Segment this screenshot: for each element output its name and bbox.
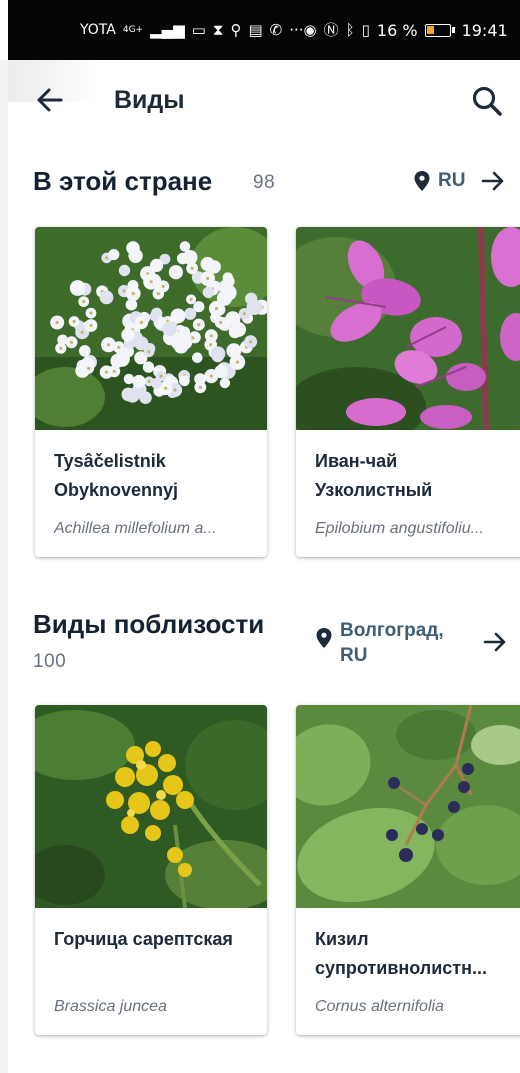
- location-link-nearby[interactable]: Волгоград, RU: [316, 618, 444, 668]
- location-pin-icon: [316, 628, 332, 648]
- species-scientific-name: Epilobium angustifoliu...: [315, 520, 484, 537]
- location-label: RU: [438, 170, 466, 191]
- section-count-country: 98: [253, 172, 276, 193]
- species-common-name: Tysâčelistnik Obyknovennyj: [54, 451, 179, 500]
- section-title-country: В этой стране: [33, 166, 213, 196]
- arrow-left-icon: [37, 88, 63, 112]
- species-card[interactable]: Кизил супротивнолистн... Cornus alternif…: [296, 705, 520, 1035]
- section-count-nearby: 100: [33, 651, 67, 672]
- screen-edge: [0, 60, 8, 1073]
- carrier-label: YOTA: [80, 22, 116, 38]
- location-pin-icon: [414, 171, 430, 191]
- search-icon: [472, 86, 502, 116]
- battery-icon: [424, 23, 451, 37]
- news-icon: ▤: [248, 20, 263, 39]
- location-label: Волгоград, RU: [340, 620, 444, 666]
- species-common-name: Иван-чай Узколистный: [315, 451, 433, 500]
- species-card[interactable]: Иван-чай Узколистный Epilobium angustifo…: [296, 227, 520, 557]
- viber-icon: ✆: [269, 20, 283, 39]
- bluetooth-icon: ᛒ: [345, 20, 355, 39]
- app-bar: Виды: [8, 72, 520, 132]
- species-scientific-name: Achillea millefolium a...: [54, 520, 217, 537]
- arrow-right-icon[interactable]: [480, 168, 506, 194]
- signal-icon: ▂▄▆: [150, 20, 185, 39]
- battery-percent: 16 %: [376, 20, 418, 40]
- species-photo: [35, 705, 267, 908]
- arrow-right-icon[interactable]: [482, 629, 508, 655]
- species-card[interactable]: Горчица сарептская Brassica juncea: [35, 705, 267, 1035]
- species-card[interactable]: Tysâčelistnik Obyknovennyj Achillea mill…: [35, 227, 267, 557]
- page-title: Виды: [114, 86, 185, 114]
- vibrate-icon: ▯: [361, 20, 370, 39]
- more-icon: ···: [289, 20, 304, 39]
- species-photo: [296, 705, 520, 908]
- section-title-nearby: Виды поблизости: [33, 609, 265, 639]
- search-small-icon: ⚲: [230, 20, 242, 39]
- location-link-country[interactable]: RU: [414, 168, 465, 193]
- search-button[interactable]: [470, 84, 504, 118]
- species-common-name: Горчица сарептская: [54, 929, 233, 949]
- clock: 19:41: [461, 20, 508, 40]
- eye-icon: ◉: [303, 20, 317, 39]
- hourglass-icon: ⧗: [212, 20, 224, 39]
- screen-icon: ▭: [191, 20, 206, 39]
- species-scientific-name: Brassica juncea: [54, 998, 167, 1015]
- species-scientific-name: Cornus alternifolia: [315, 998, 444, 1015]
- species-common-name: Кизил супротивнолистн...: [315, 929, 488, 978]
- species-photo: [296, 227, 520, 430]
- back-button[interactable]: [34, 84, 66, 116]
- nfc-icon: Ⓝ: [323, 20, 339, 39]
- status-bar: YOTA 4G+ ▂▄▆ ▭ ⧗ ⚲ ▤ ✆ ··· ◉ Ⓝ ᛒ ▯ 16 % …: [8, 0, 520, 60]
- species-photo: [35, 227, 267, 430]
- network-type: 4G+: [122, 25, 144, 35]
